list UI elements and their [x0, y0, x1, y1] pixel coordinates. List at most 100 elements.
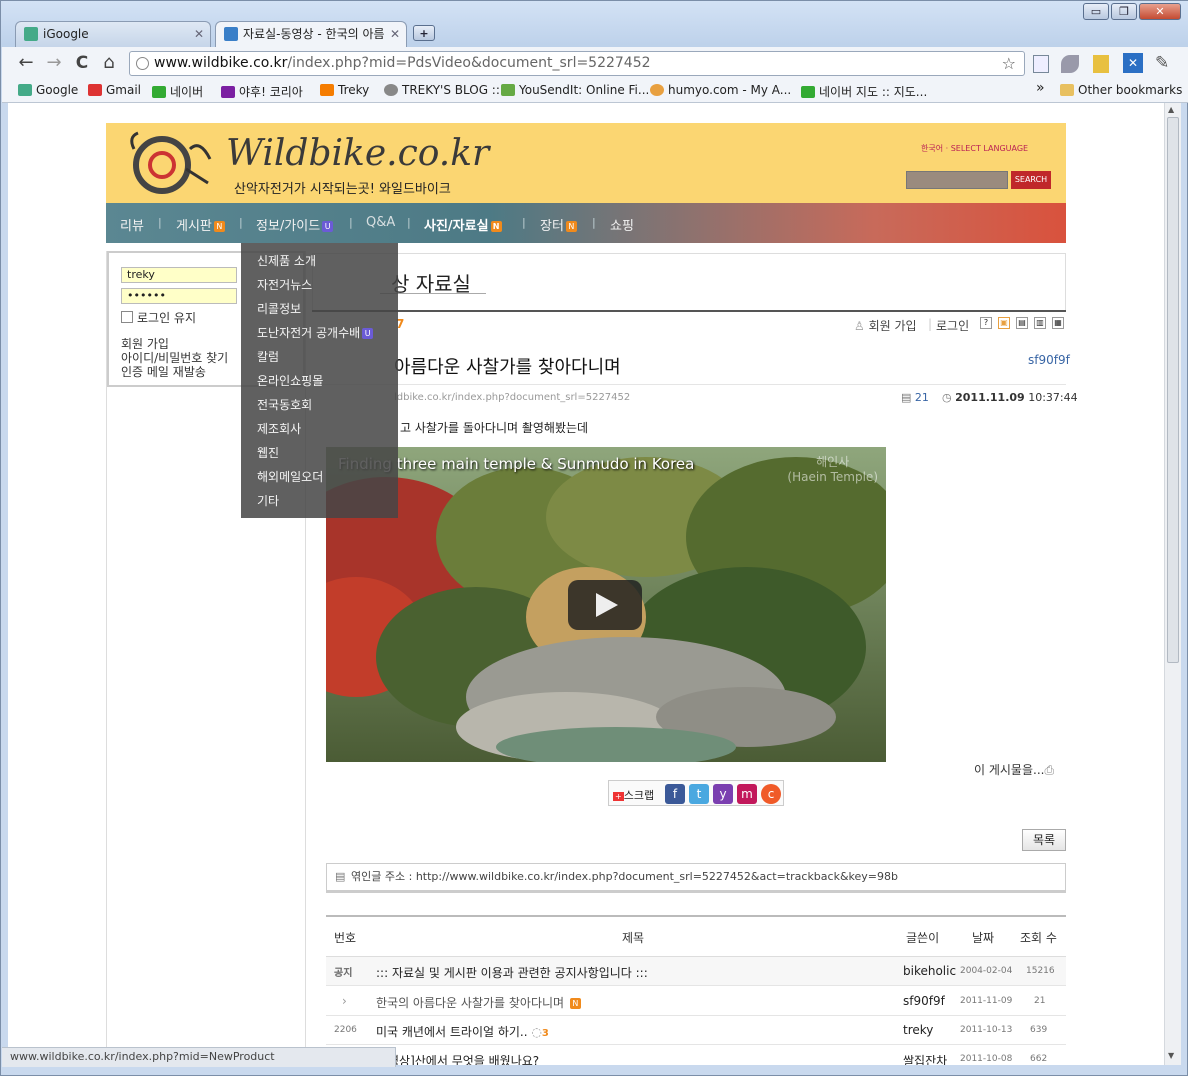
bookmark-star-icon[interactable]: ☆ [1002, 52, 1016, 75]
list-view-icon[interactable]: ▤ [1016, 317, 1028, 329]
post-author[interactable]: sf90f9f [1028, 353, 1070, 367]
row-title[interactable]: 미국 캐년에서 트라이얼 하기.. ◌3 [376, 1023, 549, 1040]
other-bookmarks[interactable]: Other bookmarks [1060, 83, 1182, 97]
member-link-login[interactable]: 로그인 [936, 317, 969, 334]
post-actions-link[interactable]: 이 게시물을...⎙ [974, 761, 1054, 778]
menu-item-recall-info[interactable]: 리콜정보 [257, 300, 301, 317]
nav-qna[interactable]: Q&A [366, 215, 395, 230]
gallery-view-icon[interactable]: ▦ [1052, 317, 1064, 329]
menu-item-column[interactable]: 칼럼 [257, 348, 279, 365]
menu-item-stolen-bikes[interactable]: 도난자전거 공개수배 U [257, 324, 374, 341]
nav-board[interactable]: 게시판 N [176, 215, 225, 234]
bookmark-naver-map[interactable]: 네이버 지도 :: 지도... [801, 83, 927, 100]
bookmark-gmail[interactable]: Gmail [88, 83, 141, 97]
current-post-marker: › [342, 994, 347, 1008]
menu-item-webzine[interactable]: 웹진 [257, 444, 279, 461]
close-window-button[interactable]: ✕ [1139, 3, 1181, 20]
bookmarks-overflow-icon[interactable]: » [1036, 80, 1045, 96]
tab-close-icon[interactable]: ✕ [390, 22, 400, 47]
row-title[interactable]: ::: 자료실 및 게시판 이용과 관련한 공지사항입니다 ::: [376, 964, 896, 981]
row-title[interactable]: 한국의 아름다운 사찰가를 찾아다니며 N [376, 994, 581, 1011]
trackback-label: 엮인글 주소 : [351, 870, 413, 883]
remember-checkbox[interactable] [121, 311, 133, 323]
resend-email-link[interactable]: 인증 메일 재발송 [121, 365, 206, 379]
bookmark-humyo[interactable]: humyo.com - My A... [650, 83, 791, 97]
twitter-icon[interactable]: t [689, 784, 709, 804]
nav-photo-archive[interactable]: 사진/자료실 N [424, 215, 502, 234]
new-tab-button[interactable]: + [413, 25, 435, 41]
wildbike-favicon-icon [224, 27, 238, 41]
facebook-icon[interactable]: f [665, 784, 685, 804]
scroll-up-icon[interactable]: ▲ [1168, 105, 1174, 114]
find-account-link[interactable]: 아이디/비밀번호 찾기 [121, 351, 228, 365]
reload-icon[interactable]: C [72, 53, 92, 73]
bookmark-yahoo[interactable]: 야후! 코리아 [221, 83, 303, 100]
row-author[interactable]: treky [903, 1023, 933, 1037]
row-author[interactable]: 쌀집잔차 [903, 1052, 947, 1065]
address-bar[interactable]: www.wildbike.co.kr/index.php?mid=PdsVide… [129, 51, 1025, 76]
member-link-signup[interactable]: ♙ 회원 가입 [854, 317, 917, 334]
nav-info-guide[interactable]: 정보/가이드 U [256, 215, 334, 234]
back-icon[interactable]: ← [16, 53, 36, 73]
webzine-view-icon[interactable]: ▥ [1034, 317, 1046, 329]
col-date: 날짜 [972, 931, 995, 945]
list-button[interactable]: 목록 [1022, 829, 1066, 851]
row-title[interactable]: 영상]산에서 무엇을 배웠나요? [388, 1052, 539, 1065]
minimize-button[interactable]: ▭ [1083, 3, 1109, 20]
bookmark-yousendit[interactable]: YouSendIt: Online Fi... [501, 83, 649, 97]
bookmark-naver[interactable]: 네이버 [152, 83, 203, 100]
forward-icon[interactable]: → [44, 53, 64, 73]
feather-icon[interactable] [1061, 55, 1079, 73]
nav-review[interactable]: 리뷰 [120, 215, 144, 234]
help-icon[interactable]: ? [980, 317, 992, 329]
extension-icons: ✕ ✎ [1033, 53, 1183, 75]
phone-icon[interactable] [1093, 55, 1109, 73]
trackback-url[interactable]: http://www.wildbike.co.kr/index.php?docu… [416, 870, 898, 883]
home-icon[interactable]: ⌂ [99, 53, 119, 73]
bike-wheel-logo-icon[interactable] [124, 129, 214, 197]
scroll-down-icon[interactable]: ▼ [1168, 1051, 1174, 1060]
extension-x-icon[interactable]: ✕ [1123, 53, 1143, 73]
maximize-button[interactable]: ❐ [1111, 3, 1137, 20]
user-id-field[interactable]: treky [121, 267, 237, 283]
menu-item-clubs[interactable]: 전국동호회 [257, 396, 312, 413]
wrench-icon[interactable]: ✎ [1155, 53, 1169, 73]
tab-close-icon[interactable]: ✕ [194, 22, 204, 47]
clog-icon[interactable]: c [761, 784, 781, 804]
menu-item-new-products[interactable]: 신제품 소개 [257, 252, 316, 269]
scrap-share-bar: + 스크랩 f t y m c [608, 780, 784, 806]
tab-igoogle[interactable]: iGoogle ✕ [15, 21, 211, 47]
password-field[interactable]: •••••• [121, 288, 237, 304]
rss-icon[interactable]: ▣ [998, 317, 1010, 329]
vertical-scrollbar[interactable]: ▲ ▼ [1164, 103, 1181, 1065]
bookmark-treky-blog[interactable]: TREKY'S BLOG :: [384, 83, 500, 97]
ie-tab-icon[interactable] [1033, 55, 1049, 73]
site-logo[interactable]: Wildbike.co.kr [226, 133, 489, 174]
video-player[interactable]: Finding three main temple & Sunmudo in K… [326, 447, 886, 762]
site-header: Wildbike.co.kr 산악자전거가 시작되는곳! 와일드바이크 한국어 … [106, 123, 1066, 203]
site-search-input[interactable] [906, 171, 1008, 189]
menu-item-bike-news[interactable]: 자전거뉴스 [257, 276, 312, 293]
menu-item-overseas-order[interactable]: 해외메일오더 [257, 468, 323, 485]
tab-wildbike[interactable]: 자료실-동영상 - 한국의 아름 ✕ [215, 21, 407, 47]
menu-item-etc[interactable]: 기타 [257, 492, 279, 509]
row-date: 2004-02-04 [960, 966, 1013, 976]
row-author[interactable]: sf90f9f [903, 994, 945, 1008]
bookmark-treky[interactable]: Treky [320, 83, 369, 97]
row-author[interactable]: bikeholic [903, 964, 956, 978]
site-search-button[interactable]: SEARCH [1011, 171, 1051, 189]
bookmark-google[interactable]: Google [18, 83, 78, 97]
row-views: 15216 [1026, 966, 1055, 976]
play-button[interactable] [568, 580, 642, 630]
nav-shopping[interactable]: 쇼핑 [610, 215, 634, 234]
signup-link[interactable]: 회원 가입 [121, 337, 169, 351]
scrollbar-thumb[interactable] [1167, 117, 1179, 663]
menu-item-manufacturers[interactable]: 제조회사 [257, 420, 301, 437]
yozm-icon[interactable]: y [713, 784, 733, 804]
post-permalink[interactable]: ldbike.co.kr/index.php?document_srl=5227… [394, 392, 630, 403]
language-selector[interactable]: 한국어 · SELECT LANGUAGE [921, 143, 1028, 154]
me2day-icon[interactable]: m [737, 784, 757, 804]
menu-item-online-shops[interactable]: 온라인쇼핑몰 [257, 372, 323, 389]
scrap-button[interactable]: + 스크랩 [613, 787, 654, 803]
nav-market[interactable]: 장터 N [540, 215, 577, 234]
